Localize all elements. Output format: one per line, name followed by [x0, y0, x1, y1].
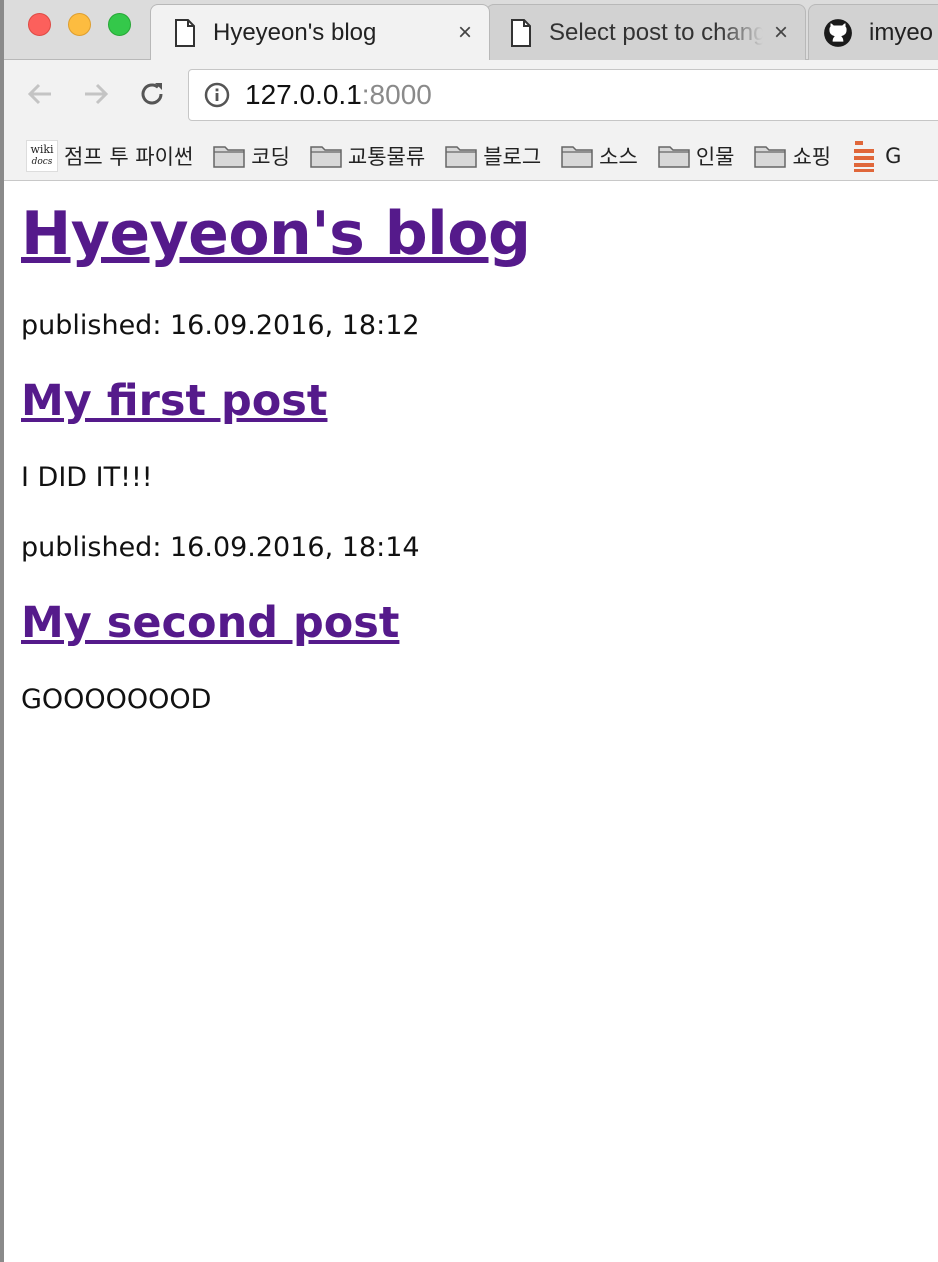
folder-icon — [561, 146, 593, 168]
folder-icon — [310, 146, 342, 168]
wikidocs-logo: wiki docs — [26, 140, 58, 172]
bookmark-label: 코딩 — [251, 145, 290, 169]
post-body: GOOOOOOOD — [21, 684, 212, 715]
site-title-link[interactable]: Hyeyeon's blog — [21, 199, 531, 269]
tab-hyeyeons-blog[interactable]: Hyeyeon's blog × — [150, 4, 490, 60]
reload-icon — [141, 83, 163, 105]
back-arrow-icon — [27, 83, 51, 105]
window-edge — [0, 0, 4, 1262]
url-port: :8000 — [361, 79, 432, 110]
address-bar[interactable]: 127.0.0.1:8000 — [188, 69, 938, 121]
close-tab-icon[interactable]: × — [455, 19, 475, 47]
post-title-link[interactable]: My second post — [21, 598, 399, 648]
url-host: 127.0.0.1 — [245, 79, 362, 110]
tab-select-post[interactable]: Select post to change × — [486, 4, 806, 60]
back-button[interactable] — [20, 74, 60, 114]
tab-title: Hyeyeon's blog — [213, 18, 377, 46]
folder-icon — [445, 146, 477, 168]
forward-arrow-icon — [85, 83, 109, 105]
post: published: 16.09.2016, 18:12 My first po… — [21, 310, 921, 494]
post-title: My second post — [21, 596, 921, 650]
bookmark-label: 점프 투 파이썬 — [64, 145, 194, 169]
bookmark-jump-to-python[interactable]: wiki docs 점프 투 파이썬 — [26, 140, 193, 172]
browser-chrome: Hyeyeon's blog × Select post to change ×… — [0, 0, 938, 181]
minimize-window-button[interactable] — [68, 13, 91, 36]
bookmarks-bar: wikidocs 점프 투 파이썬 코딩 교통물류 블로그 소스 인물 쇼핑 — [0, 132, 938, 180]
wikidocs-logo-text: wiki — [30, 143, 54, 156]
post: published: 16.09.2016, 18:14 My second p… — [21, 532, 921, 716]
bookmark-label: 인물 — [695, 145, 735, 169]
bookmark-label: 교통물류 — [347, 145, 426, 169]
folder-icon — [754, 146, 787, 168]
bookmark-folder-coding[interactable]: 코딩 — [213, 141, 290, 171]
info-icon[interactable] — [203, 81, 231, 109]
bookmark-folder-blog[interactable]: 블로그 — [445, 141, 541, 171]
tab-title: Select post to change — [549, 18, 763, 46]
reload-button[interactable] — [132, 74, 172, 114]
document-icon — [175, 18, 195, 47]
page-content: Hyeyeon's blog published: 16.09.2016, 18… — [21, 180, 921, 716]
browser-toolbar: 127.0.0.1:8000 — [0, 60, 938, 132]
bookmark-label: G — [885, 144, 902, 168]
github-icon — [824, 18, 852, 47]
folder-icon — [658, 146, 690, 168]
tab-title: imyeo — [869, 18, 934, 46]
wikidocs-logo-subtext: docs — [31, 157, 53, 167]
bookmark-folder-source[interactable]: 소스 — [561, 141, 638, 171]
bookmark-folder-people[interactable]: 인물 — [658, 141, 735, 171]
close-tab-icon[interactable]: × — [771, 19, 791, 47]
zoom-window-button[interactable] — [108, 13, 131, 36]
forward-button[interactable] — [76, 74, 116, 114]
bookmark-label: 블로그 — [483, 145, 542, 169]
document-icon — [511, 18, 531, 47]
bookmark-label: 쇼핑 — [792, 145, 832, 169]
bookmark-folder-shopping[interactable]: 쇼핑 — [754, 141, 831, 171]
post-published-date: published: 16.09.2016, 18:14 — [21, 532, 420, 563]
close-window-button[interactable] — [28, 13, 51, 36]
post-title: My first post — [21, 374, 921, 428]
bookmark-folder-logistics[interactable]: 교통물류 — [310, 141, 425, 171]
post-published-date: published: 16.09.2016, 18:12 — [21, 310, 420, 341]
bookmark-stackoverflow[interactable]: G — [851, 139, 901, 173]
post-title-link[interactable]: My first post — [21, 376, 327, 426]
tab-strip: Hyeyeon's blog × Select post to change ×… — [0, 0, 938, 60]
page-title: Hyeyeon's blog — [21, 196, 921, 272]
bookmark-label: 소스 — [599, 145, 638, 169]
folder-icon — [213, 146, 246, 168]
tab-github[interactable]: imyeo — [808, 4, 938, 60]
post-body: I DID IT!!! — [21, 462, 153, 493]
stackoverflow-icon — [854, 141, 875, 172]
